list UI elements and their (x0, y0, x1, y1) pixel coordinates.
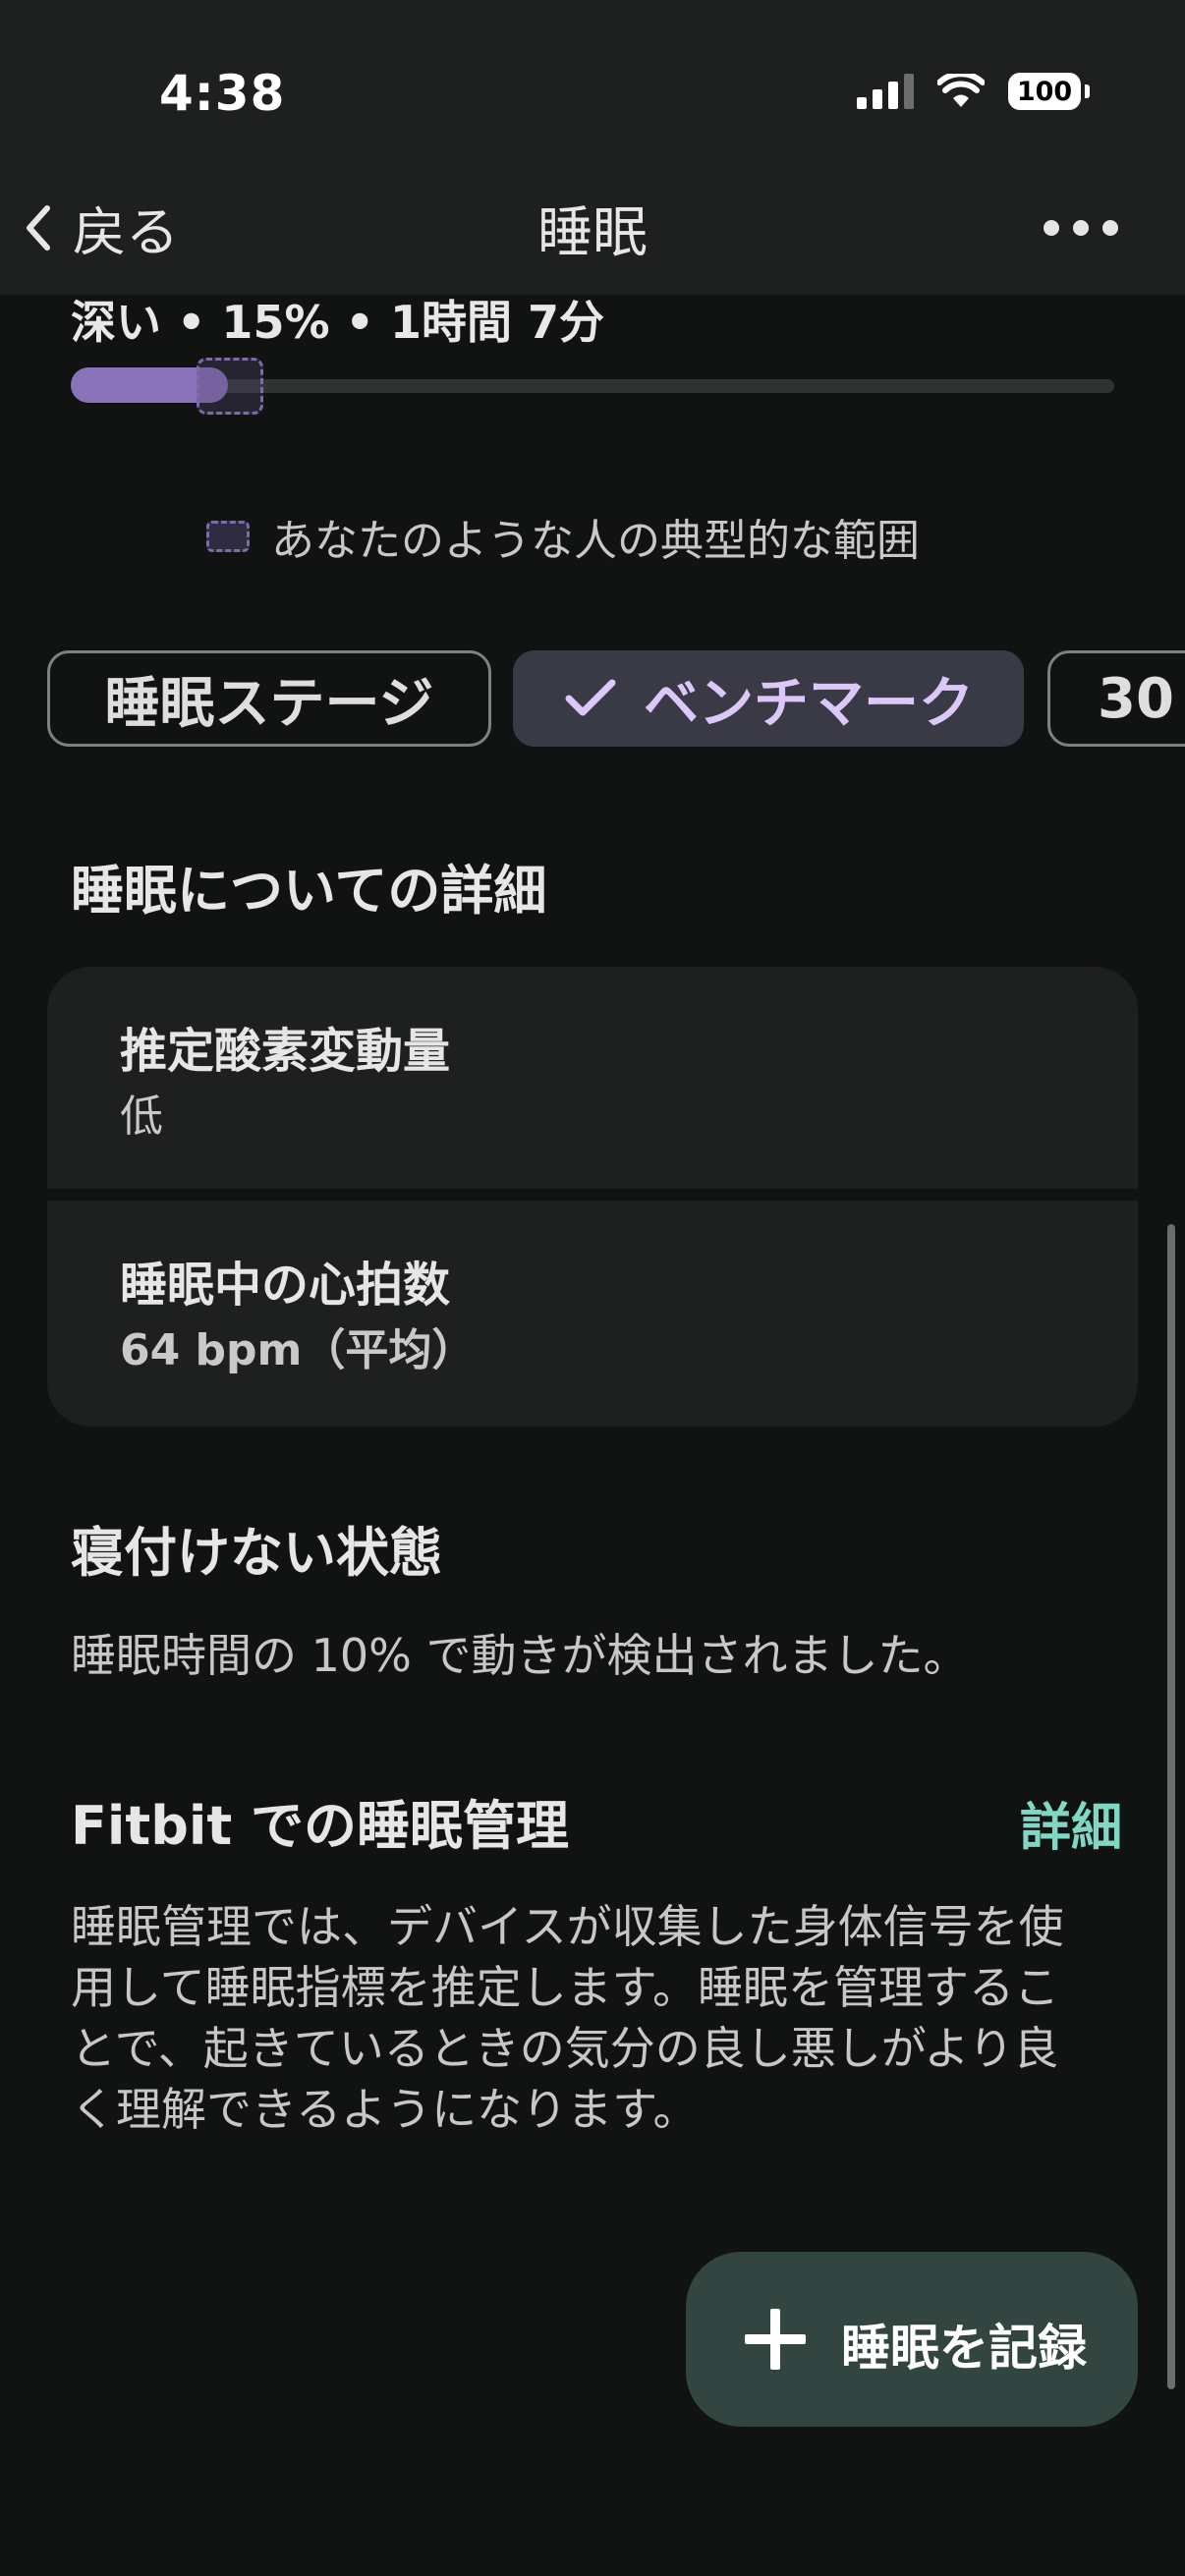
top-bar: 4:38 100 戻る 睡眠 (0, 0, 1185, 295)
chip-label: 睡眠ステージ (104, 671, 434, 736)
typical-range-marker (197, 358, 263, 415)
status-icons: 100 (857, 73, 1090, 110)
tracking-line: 用して睡眠指標を推定します。睡眠を管理するこ (71, 1961, 1060, 2014)
log-sleep-button[interactable]: 睡眠を記録 (686, 2252, 1138, 2427)
chip-30-days[interactable]: 30 (1047, 650, 1185, 747)
tracking-description: 睡眠管理では、デバイスが収集した身体信号を使 用して睡眠指標を推定します。睡眠を… (71, 1896, 1132, 2140)
tracking-line: 睡眠管理では、デバイスが収集した身体信号を使 (71, 1900, 1064, 1953)
sleeping-heart-rate-card[interactable]: 睡眠中の心拍数 64 bpm（平均） (47, 1201, 1138, 1427)
cellular-signal-icon (857, 74, 914, 109)
chip-benchmark[interactable]: ベンチマーク (513, 650, 1024, 747)
card-value: 64 bpm（平均） (120, 1325, 476, 1375)
card-label: 推定酸素変動量 (120, 1024, 451, 1079)
scrollbar[interactable] (1167, 1224, 1175, 2389)
card-label: 睡眠中の心拍数 (120, 1258, 451, 1313)
deep-sleep-label: 深い • 15% • 1時間 7分 (71, 296, 604, 349)
legend-label: あなたのような人の典型的な範囲 (271, 516, 920, 566)
tracking-line: く理解できるようになります。 (71, 2083, 699, 2136)
page-title: 睡眠 (537, 201, 648, 265)
restless-heading: 寝付けない状態 (71, 1522, 442, 1584)
battery-icon: 100 (1008, 73, 1090, 110)
dot-icon (1044, 220, 1059, 236)
details-heading: 睡眠についての詳細 (71, 860, 547, 922)
log-sleep-label: 睡眠を記録 (841, 2320, 1087, 2377)
tracking-line: とで、起きているときの気分の良し悪しがより良 (71, 2022, 1059, 2075)
checkmark-icon (565, 679, 616, 716)
more-options-button[interactable] (1044, 220, 1118, 236)
wifi-icon (937, 74, 985, 107)
plus-icon (745, 2309, 806, 2370)
chip-label: 30 (1098, 666, 1174, 731)
tracking-heading: Fitbit での睡眠管理 (71, 1795, 569, 1857)
typical-range-swatch (206, 521, 250, 552)
status-time: 4:38 (159, 65, 286, 122)
chip-label: ベンチマーク (644, 671, 974, 736)
dot-icon (1073, 220, 1089, 236)
restless-text: 睡眠時間の 10% で動きが検出されました。 (71, 1629, 969, 1682)
dot-icon (1102, 220, 1118, 236)
oxygen-variation-card[interactable]: 推定酸素変動量 低 (47, 967, 1138, 1189)
details-card-group: 推定酸素変動量 低 睡眠中の心拍数 64 bpm（平均） (47, 967, 1138, 1427)
card-value: 低 (120, 1092, 163, 1142)
typical-range-legend: あなたのような人の典型的な範囲 (206, 505, 920, 568)
chip-sleep-stages[interactable]: 睡眠ステージ (47, 650, 491, 747)
details-link[interactable]: 詳細 (1020, 1786, 1122, 1860)
